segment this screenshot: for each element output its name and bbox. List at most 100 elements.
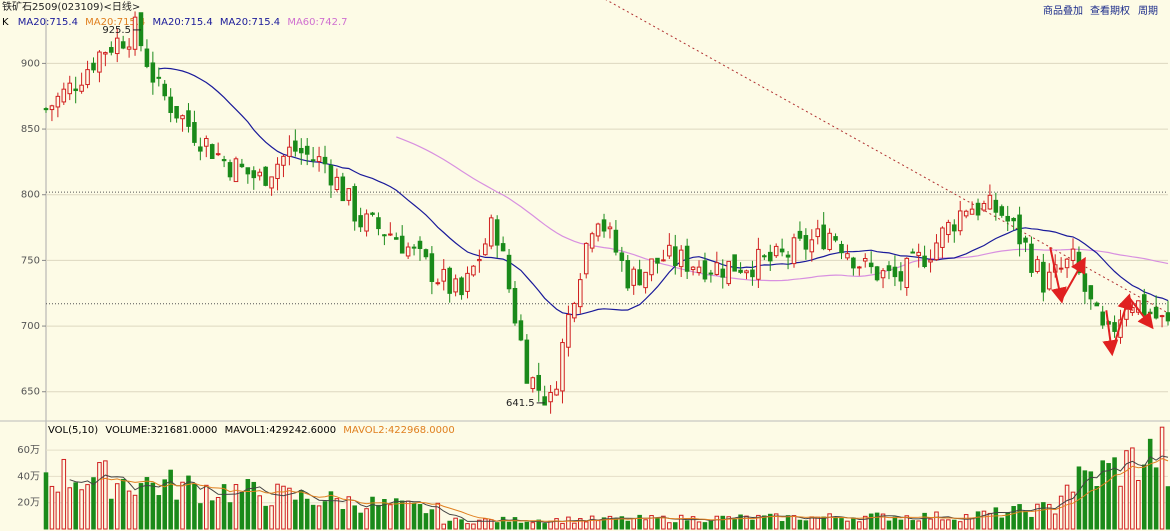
candle-body <box>239 163 245 168</box>
candle-body <box>714 262 720 275</box>
candle-body <box>874 266 880 281</box>
candle-body <box>898 271 904 282</box>
candle-body <box>601 219 607 232</box>
volume-bar <box>1130 447 1135 530</box>
volume-bar <box>791 515 797 530</box>
candle-body <box>928 259 933 263</box>
candle-body <box>150 62 156 83</box>
candle-body <box>73 88 78 92</box>
candle-body <box>215 153 221 156</box>
trend-arrow <box>1102 310 1119 357</box>
volume-bar <box>239 491 245 530</box>
volume-bar <box>1041 502 1046 530</box>
candle-body <box>1023 237 1028 243</box>
volume-bar <box>411 502 417 530</box>
candle-body <box>346 188 352 201</box>
volume-bar <box>49 485 55 530</box>
candle-body <box>388 233 393 236</box>
volume-bar <box>471 523 476 530</box>
candle-body <box>756 248 761 280</box>
candle-body <box>298 147 304 154</box>
volume-tick-label: 60万 <box>17 445 40 456</box>
candle-body <box>1011 217 1016 222</box>
volume-bar <box>981 510 987 530</box>
volume-bar <box>429 509 435 530</box>
candle-body <box>560 342 565 392</box>
chart-root: 铁矿石2509(023109)<日线> 商品叠加 查看期权 周期 K MA20:… <box>0 0 1170 531</box>
volume-bar <box>696 521 702 530</box>
candle-body <box>293 140 298 152</box>
volume-bar <box>554 518 559 530</box>
volume-bar <box>263 505 268 530</box>
price-tick-label: 650 <box>21 387 40 398</box>
volume-bar <box>839 518 844 530</box>
volume-bar <box>999 517 1005 530</box>
candle-body <box>334 176 340 190</box>
price-tick-label: 700 <box>21 321 40 332</box>
volume-bar <box>1052 513 1058 530</box>
volume-bar <box>298 490 304 530</box>
volume-bar <box>708 520 714 530</box>
volume-bar <box>441 523 447 530</box>
volume-bar <box>114 483 120 530</box>
candle-body <box>55 95 61 108</box>
volume-bar <box>352 505 357 530</box>
candle-body <box>821 224 826 250</box>
candle-body <box>447 267 452 294</box>
candle-body <box>952 224 957 232</box>
volume-bar <box>1088 471 1094 530</box>
candle-body <box>803 235 809 250</box>
candle-body <box>506 254 512 290</box>
candle-body <box>126 46 132 50</box>
volume-bar <box>583 521 589 530</box>
candle-body <box>174 105 179 119</box>
candle-body <box>376 217 381 230</box>
volume-bar <box>940 519 945 530</box>
volume-bar <box>815 516 821 530</box>
volume-bar <box>67 487 73 530</box>
volume-bar <box>316 505 322 530</box>
candle-body <box>138 12 144 47</box>
volume-bar <box>417 504 423 530</box>
candle-body <box>382 234 387 237</box>
volume-bar <box>322 501 328 530</box>
candle-body <box>744 270 749 274</box>
volume-bar <box>245 479 251 530</box>
volume-bar <box>204 484 209 530</box>
candle-body <box>785 254 791 258</box>
volume-bar <box>1094 486 1100 530</box>
volume-bar <box>1165 486 1170 530</box>
candle-body <box>269 176 274 189</box>
volume-bar <box>334 498 340 530</box>
volume-bar <box>209 500 215 530</box>
volume-bar <box>975 511 981 530</box>
volume-bar <box>886 520 892 530</box>
candle-body <box>1035 259 1040 273</box>
candle-body <box>1159 315 1165 318</box>
candle-body <box>97 51 102 73</box>
volume-bar <box>833 517 838 530</box>
volume-bar <box>109 498 114 530</box>
candle-body <box>726 260 731 285</box>
volume-bar <box>809 516 815 530</box>
volume-bar <box>61 458 67 530</box>
candle-body <box>791 237 797 265</box>
volume-bar <box>993 507 999 530</box>
candle-body <box>275 163 280 180</box>
volume-bar <box>530 522 536 530</box>
candle-body <box>607 226 613 230</box>
volume-bar <box>613 518 619 530</box>
candle-body <box>209 144 215 160</box>
volume-bar <box>215 496 221 530</box>
candle-body <box>204 138 209 147</box>
volume-bar <box>257 495 262 530</box>
candle-body <box>667 244 672 257</box>
candle-body <box>530 377 536 390</box>
candle-body <box>370 212 375 215</box>
volume-bar <box>346 496 352 530</box>
candle-body <box>655 257 660 264</box>
candle-body <box>304 145 310 155</box>
volume-bar <box>922 512 927 530</box>
candle-body <box>518 320 524 341</box>
candle-body <box>114 37 120 55</box>
